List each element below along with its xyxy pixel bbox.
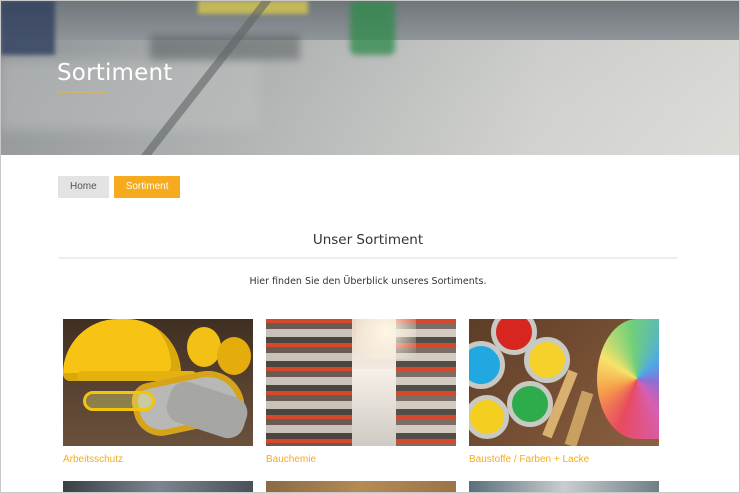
page-title: Sortiment: [57, 60, 173, 86]
category-label[interactable]: Bauchemie: [266, 454, 456, 465]
breadcrumb-home-link[interactable]: Home: [58, 176, 109, 198]
section-intro: Hier finden Sie den Überblick unseres So…: [249, 276, 487, 287]
category-label[interactable]: Arbeitsschutz: [63, 454, 253, 465]
paint-cans-image[interactable]: [469, 319, 659, 446]
hero-banner: Sortiment: [0, 0, 740, 155]
color-fan-shape: [597, 319, 659, 439]
category-card-bauchemie[interactable]: Bauchemie: [266, 319, 456, 465]
paint-can-shape: [507, 381, 553, 427]
earmuff-shape: [187, 327, 221, 367]
shelf-shape: [266, 319, 352, 446]
category-card-baustoffe-farben-lacke[interactable]: Baustoffe / Farben + Lacke: [469, 319, 659, 465]
category-card-image-partial[interactable]: [266, 481, 456, 493]
section-divider: [58, 257, 678, 259]
goggles-shape: [83, 391, 155, 411]
aisle-shape: [352, 369, 396, 446]
category-card-arbeitsschutz[interactable]: Arbeitsschutz: [63, 319, 253, 465]
paint-can-shape: [524, 337, 570, 383]
category-label[interactable]: Baustoffe / Farben + Lacke: [469, 454, 659, 465]
section-title: Unser Sortiment: [312, 232, 424, 248]
paintbrush-shape: [564, 390, 594, 446]
store-aisle-image[interactable]: [266, 319, 456, 446]
breadcrumb-current[interactable]: Sortiment: [113, 176, 181, 198]
hero-background-shape: [0, 0, 55, 55]
safety-gear-image[interactable]: [63, 319, 253, 446]
hero-background-shape: [350, 0, 395, 55]
paint-can-shape: [469, 395, 509, 439]
earmuff-shape: [217, 337, 251, 375]
category-card-image-partial[interactable]: [63, 481, 253, 493]
breadcrumb: Home Sortiment: [58, 176, 181, 198]
title-underline: [58, 91, 108, 93]
ceiling-light-shape: [356, 319, 416, 359]
category-card-image-partial[interactable]: [469, 481, 659, 493]
